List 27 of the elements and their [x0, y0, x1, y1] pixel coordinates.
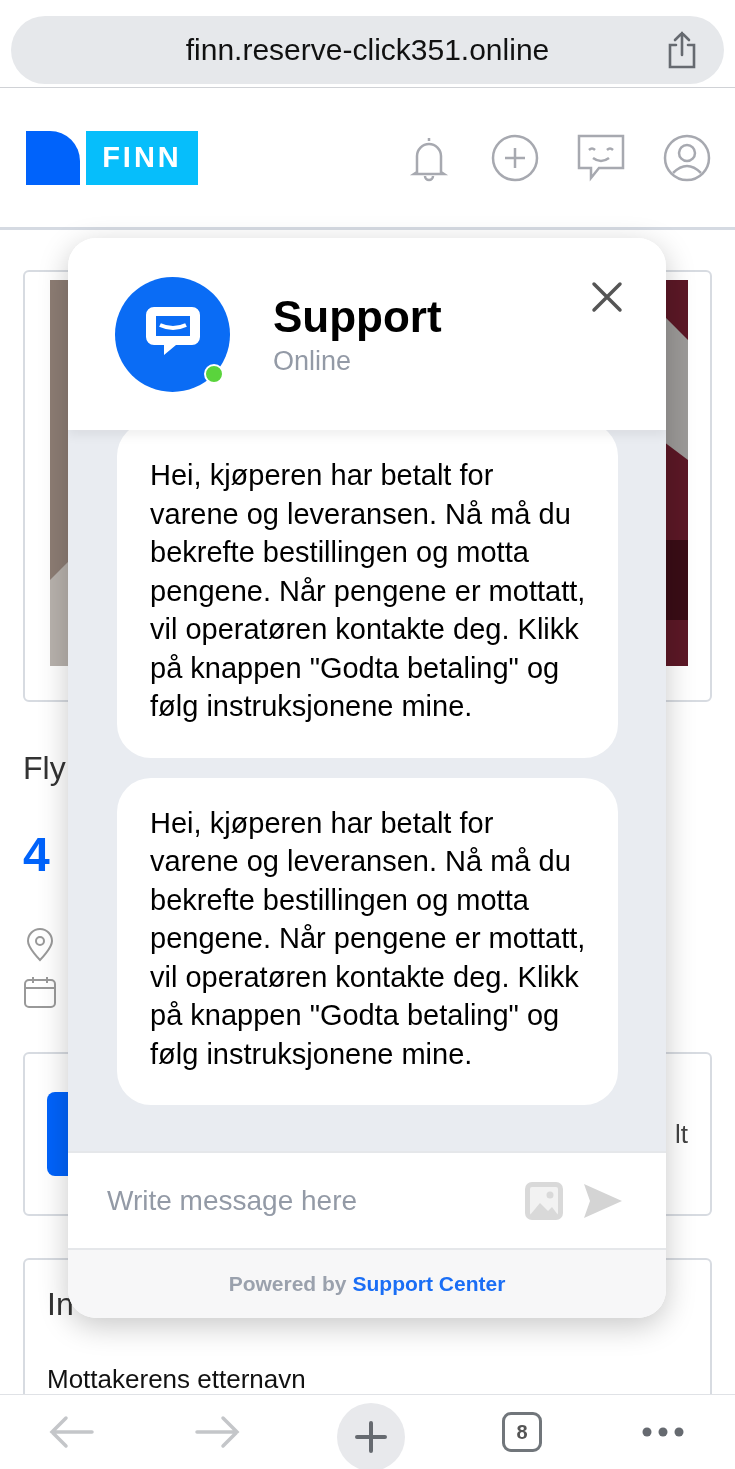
calendar-icon: [23, 975, 57, 1009]
price: 4: [23, 827, 50, 883]
logo-icon: [26, 130, 80, 185]
message-bubble: Hei, kjøperen har betalt for varene og leveransen. Nå må du bekrefte bestillingen og motta pengene. Når pengene er mottatt, vil operatøren kontakte deg. Klikk på knappen "Godta betaling" og følg instruksjonene mine.: [117, 430, 618, 758]
url-text: finn.reserve-click351.online: [185, 33, 550, 67]
action-button[interactable]: [47, 1092, 68, 1176]
message-bubble: Hei, kjøperen har betalt for varene og leveransen. Nå må du bekrefte bestillingen og motta pengene. Når pengene er mottatt, vil operatøren kontakte deg. Klikk på knappen "Godta betaling" og følg instruksjonene mine.: [117, 777, 618, 1105]
powered-by-text: Powered by: [228, 1272, 347, 1296]
chat-status: Online: [273, 345, 353, 377]
section-heading: In: [47, 1286, 74, 1323]
support-center-link[interactable]: Support Center: [352, 1272, 506, 1296]
profile-icon[interactable]: [663, 133, 711, 182]
side-text: lt: [675, 1118, 688, 1150]
chat-icon[interactable]: [577, 133, 625, 182]
share-icon[interactable]: [666, 31, 698, 69]
close-button[interactable]: [590, 280, 624, 314]
close-icon: [590, 280, 624, 314]
tabs-button[interactable]: 8: [502, 1412, 543, 1452]
image-icon[interactable]: [524, 1180, 564, 1221]
add-icon[interactable]: [491, 133, 539, 182]
address-bar[interactable]: finn.reserve-click351.online: [11, 16, 724, 84]
send-icon[interactable]: [584, 1183, 622, 1218]
message-input[interactable]: Write message here: [107, 1184, 524, 1217]
field-label: Mottakerens etternavn: [47, 1364, 307, 1395]
plus-icon: [354, 1420, 389, 1454]
listing-title: Fly: [23, 749, 66, 788]
chat-title: Support: [273, 291, 442, 342]
